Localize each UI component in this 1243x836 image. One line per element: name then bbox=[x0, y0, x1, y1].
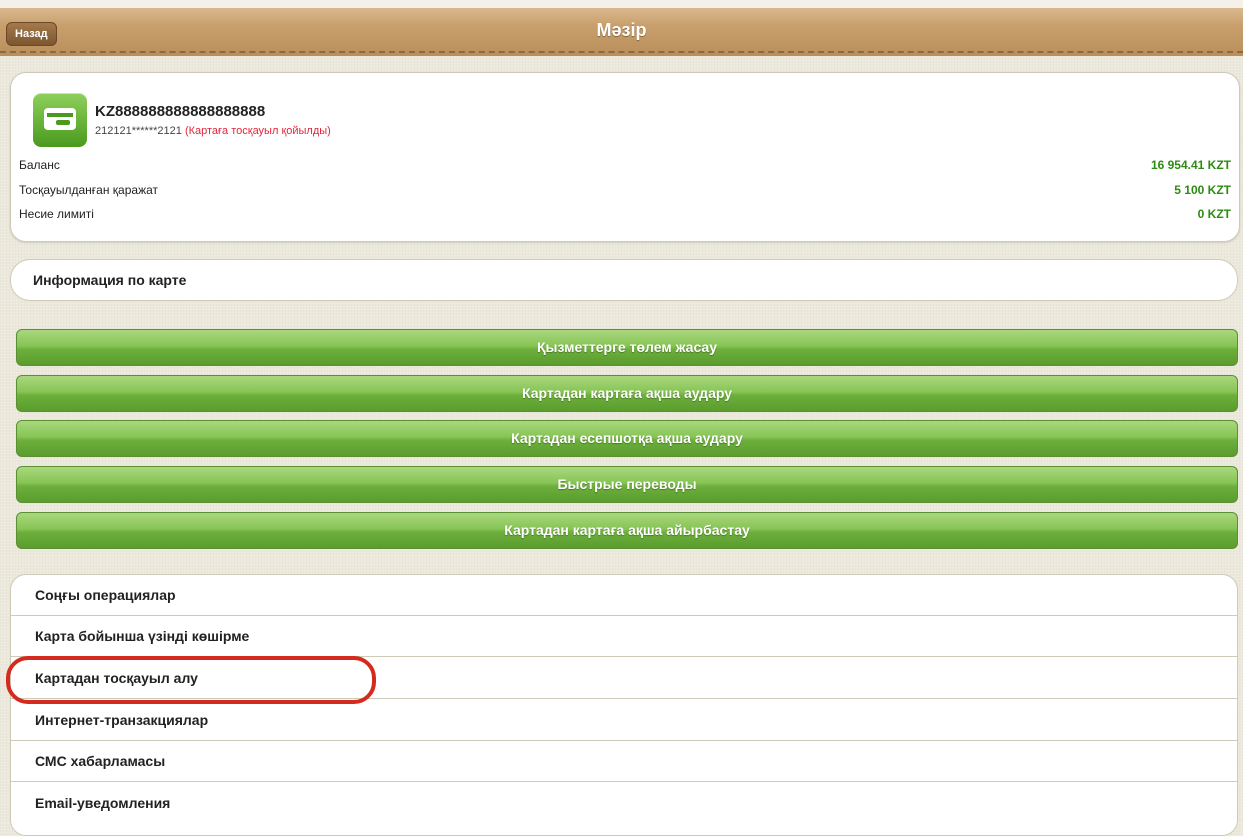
credit-limit-value: 0 KZT bbox=[1197, 207, 1231, 221]
list-item-card-statement[interactable]: Карта бойынша үзінді көшірме bbox=[11, 616, 1237, 657]
page-title: Мәзір bbox=[596, 20, 647, 40]
card-to-card-exchange-button[interactable]: Картадан картаға ақша айырбастау bbox=[16, 512, 1238, 549]
account-number: KZ888888888888888888 bbox=[95, 103, 266, 120]
top-bar: Назад Мәзір bbox=[0, 0, 1243, 56]
list-item-recent-operations[interactable]: Соңғы операциялар bbox=[11, 575, 1237, 616]
card-status-text: (Картаға тосқауыл қойылды) bbox=[184, 125, 331, 137]
card-to-card-transfer-button[interactable]: Картадан картаға ақша аудару bbox=[16, 375, 1238, 412]
balance-value: 16 954.41 KZT bbox=[1150, 158, 1231, 172]
quick-transfers-button[interactable]: Быстрые переводы bbox=[16, 466, 1238, 503]
credit-limit-label: Несие лимиті bbox=[19, 207, 94, 221]
blocked-funds-value: 5 100 KZT bbox=[1174, 183, 1231, 197]
balance-label: Баланс bbox=[19, 158, 60, 172]
card-number-line: 212121******2121 (Картаға тосқауыл қойыл… bbox=[95, 125, 331, 137]
card-info-link[interactable]: Информация по карте bbox=[10, 259, 1238, 301]
card-to-account-transfer-button[interactable]: Картадан есепшотқа ақша аудару bbox=[16, 420, 1238, 457]
card-masked-number: 212121******2121 bbox=[95, 125, 182, 137]
list-item-email-notifications[interactable]: Email-уведомления bbox=[11, 783, 1237, 824]
credit-card-icon bbox=[33, 93, 87, 147]
list-item-unblock-card[interactable]: Картадан тосқауыл алу bbox=[11, 658, 1237, 699]
blocked-funds-label: Тосқауылданған қаражат bbox=[19, 183, 159, 197]
card-menu-list: Соңғы операциялар Карта бойынша үзінді к… bbox=[10, 574, 1238, 836]
list-item-internet-transactions[interactable]: Интернет-транзакциялар bbox=[11, 700, 1237, 741]
pay-services-button[interactable]: Қызметтерге төлем жасау bbox=[16, 329, 1238, 366]
account-card: KZ888888888888888888 212121******2121 (К… bbox=[10, 72, 1240, 242]
list-item-sms-notifications[interactable]: СМС хабарламасы bbox=[11, 741, 1237, 782]
